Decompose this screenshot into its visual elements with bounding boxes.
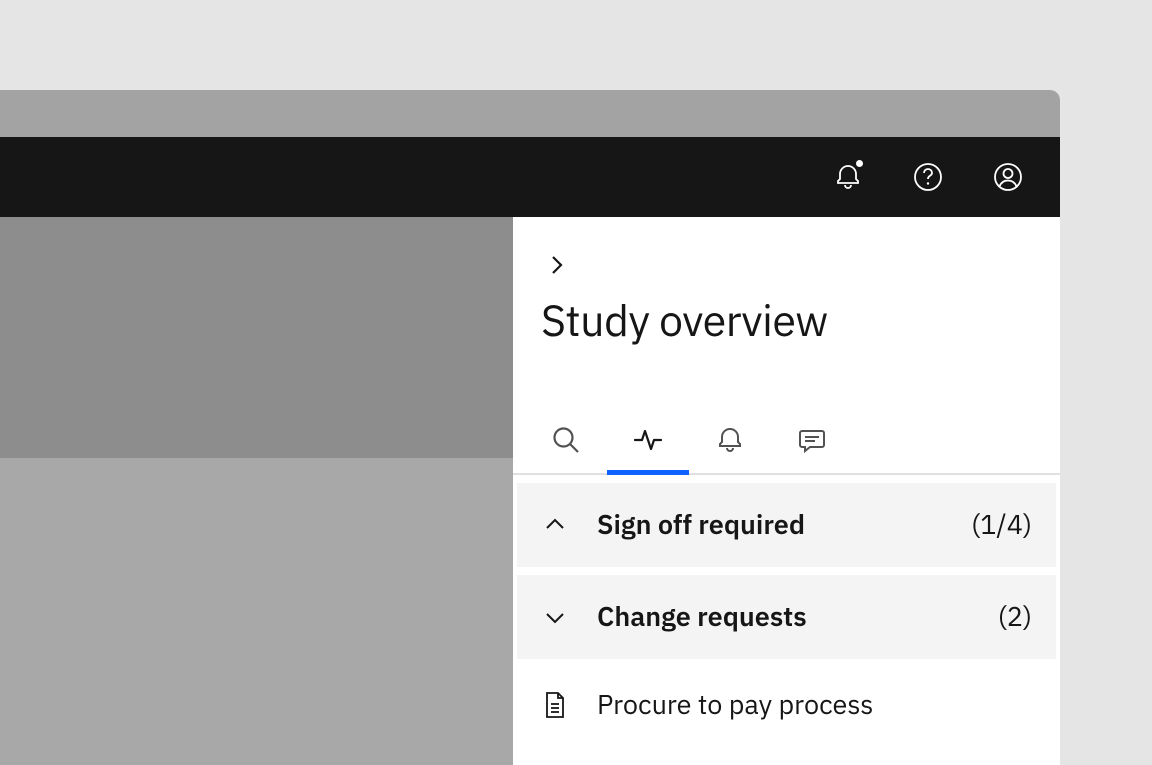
help-button[interactable] bbox=[888, 137, 968, 217]
content-backdrop bbox=[0, 217, 513, 765]
accordion-sign-off[interactable]: Sign off required (1/4) bbox=[517, 483, 1056, 567]
app-window: Study overview bbox=[0, 90, 1060, 765]
bell-outline-icon bbox=[714, 424, 746, 456]
accordion-change-requests[interactable]: Change requests (2) bbox=[517, 575, 1056, 659]
tab-activity[interactable] bbox=[607, 407, 689, 473]
panel-title: Study overview bbox=[541, 295, 1032, 347]
chevron-down-icon bbox=[541, 606, 569, 628]
top-header bbox=[0, 137, 1060, 217]
tab-alerts[interactable] bbox=[689, 407, 771, 473]
notification-dot bbox=[856, 160, 863, 167]
chevron-up-icon bbox=[541, 514, 569, 536]
accordion-count: (2) bbox=[998, 599, 1032, 634]
content-backdrop-lower bbox=[0, 458, 513, 765]
window-chrome bbox=[0, 90, 1060, 137]
user-avatar-icon bbox=[992, 161, 1024, 193]
content-backdrop-upper bbox=[0, 217, 513, 458]
accordion-count: (1/4) bbox=[971, 507, 1032, 542]
activity-icon bbox=[632, 424, 664, 456]
user-avatar-button[interactable] bbox=[968, 137, 1048, 217]
collapse-panel-button[interactable] bbox=[537, 245, 577, 285]
list-item-label: Procure to pay process bbox=[597, 687, 873, 722]
side-panel: Study overview bbox=[513, 217, 1060, 765]
accordion-label: Change requests bbox=[597, 599, 998, 634]
help-icon bbox=[912, 161, 944, 193]
accordion-label: Sign off required bbox=[597, 507, 971, 542]
search-icon bbox=[550, 424, 582, 456]
panel-header: Study overview bbox=[513, 217, 1060, 347]
document-icon bbox=[541, 691, 569, 719]
main-area: Study overview bbox=[0, 217, 1060, 765]
chat-icon bbox=[796, 424, 828, 456]
tab-search[interactable] bbox=[525, 407, 607, 473]
panel-tab-bar bbox=[513, 407, 1060, 475]
notifications-button[interactable] bbox=[808, 137, 888, 217]
list-item-procure[interactable]: Procure to pay process bbox=[517, 667, 1056, 743]
accordion-container: Sign off required (1/4) Change requests … bbox=[513, 475, 1060, 743]
chevron-right-icon bbox=[545, 253, 569, 277]
tab-chat[interactable] bbox=[771, 407, 853, 473]
